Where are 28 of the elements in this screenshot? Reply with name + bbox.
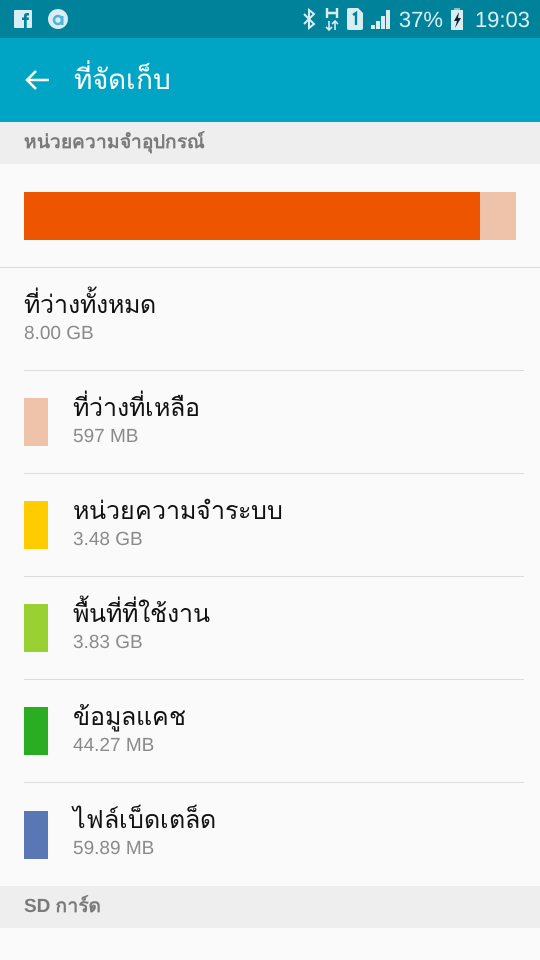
section-header: SD การ์ด: [0, 886, 540, 928]
category-label: หน่วยความจำระบบ: [73, 496, 283, 526]
category-label: ที่ว่างที่เหลือ: [73, 392, 200, 423]
storage-value: 8.00 GB: [24, 322, 95, 346]
storage-category-item[interactable]: หน่วยความจำระบบ 3.48 GB: [24, 474, 524, 577]
storage-category-item[interactable]: พื้นที่ที่ใช้งาน 3.83 GB: [24, 577, 524, 680]
app-icon: [14, 10, 32, 28]
battery-charging-icon: [450, 8, 463, 30]
storage-category-item[interactable]: ที่ว่างที่เหลือ 597 MB: [24, 371, 524, 474]
storage-category-item[interactable]: ไฟล์เบ็ดเตล็ด 59.89 MB: [24, 783, 524, 886]
clock: 19:03: [474, 6, 530, 34]
battery-percentage: 37%: [398, 6, 443, 34]
category-size: 3.48 GB: [73, 528, 144, 552]
category-size: 44.27 MB: [73, 734, 156, 758]
mobile-data-icon: [324, 7, 339, 31]
signal-icon: [370, 9, 391, 29]
storage-category-item[interactable]: ข้อมูลแคช 44.27 MB: [24, 680, 524, 783]
category-size: 3.83 GB: [73, 630, 144, 655]
category-size: 597 MB: [73, 424, 140, 449]
bluetooth-icon: [300, 8, 317, 30]
back-button[interactable]: [24, 69, 50, 91]
category-label: ไฟล์เบ็ดเตล็ด: [73, 805, 216, 836]
back-icon: [24, 69, 50, 91]
app-icon: [48, 9, 68, 29]
sim-card-icon: [346, 8, 363, 30]
category-size: 59.89 MB: [73, 837, 156, 862]
section-header: หน่วยความจำอุปกรณ์: [0, 122, 540, 164]
category-label: ข้อมูลแคช: [73, 702, 186, 732]
